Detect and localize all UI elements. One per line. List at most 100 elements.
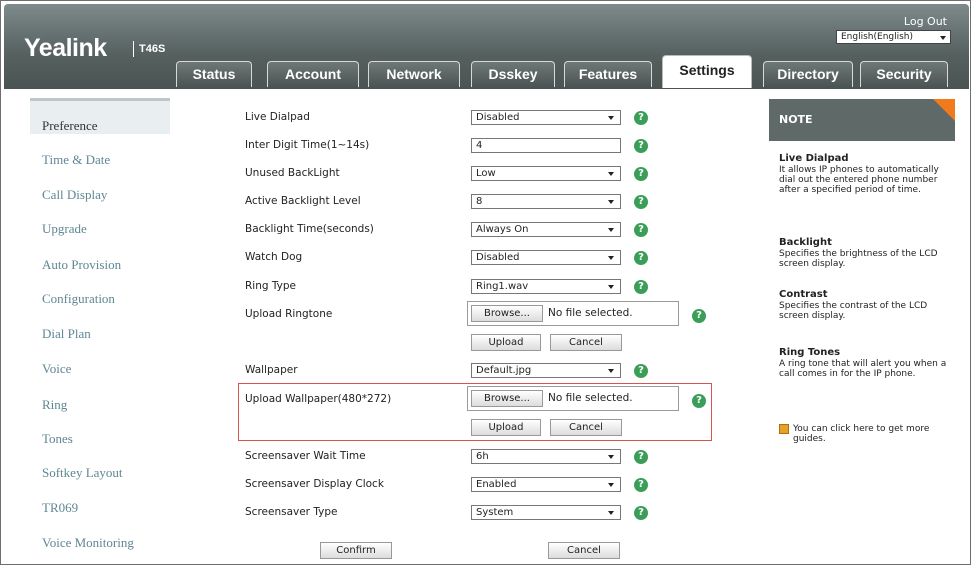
help-icon[interactable]: ? — [634, 139, 648, 153]
tab-features[interactable]: Features — [564, 61, 652, 87]
wallpaper-select[interactable]: Default.jpg — [471, 363, 621, 378]
note-backlight-title: Backlight — [779, 237, 832, 248]
note-panel: NOTE Live Dialpad It allows IP phones to… — [769, 99, 955, 561]
ringtone-upload-button[interactable]: Upload — [471, 334, 541, 351]
wallpaper-cancel-button[interactable]: Cancel — [550, 419, 622, 436]
ringtone-cancel-button[interactable]: Cancel — [550, 334, 622, 351]
chevron-down-icon — [940, 36, 946, 40]
tab-dsskey[interactable]: Dsskey — [471, 61, 555, 87]
sidebar-item-tr069[interactable]: TR069 — [42, 500, 78, 516]
note-header: NOTE — [769, 99, 955, 141]
help-icon[interactable]: ? — [634, 111, 648, 125]
ringtone-file-status: No file selected. — [548, 307, 633, 319]
ring-type-label: Ring Type — [245, 280, 296, 292]
backlight-time-label: Backlight Time(seconds) — [245, 223, 374, 235]
upload-wallpaper-label: Upload Wallpaper(480*272) — [245, 393, 392, 405]
unused-backlight-select[interactable]: Low — [471, 166, 621, 181]
help-icon[interactable]: ? — [634, 506, 648, 520]
help-icon[interactable]: ? — [692, 309, 706, 323]
guide-book-icon[interactable] — [779, 424, 789, 434]
help-icon[interactable]: ? — [634, 195, 648, 209]
sidebar-item-call-display[interactable]: Call Display — [42, 187, 107, 203]
model-label: T46S — [133, 41, 165, 57]
watch-dog-label: Watch Dog — [245, 251, 303, 263]
help-icon[interactable]: ? — [634, 450, 648, 464]
confirm-button[interactable]: Confirm — [320, 542, 392, 559]
wallpaper-file-status: No file selected. — [548, 392, 633, 404]
sidebar-item-time-date[interactable]: Time & Date — [42, 152, 110, 168]
ring-type-select[interactable]: Ring1.wav — [471, 279, 621, 294]
sidebar-item-preference[interactable]: Preference — [42, 118, 98, 134]
watch-dog-value: Disabled — [476, 252, 520, 263]
cancel-button[interactable]: Cancel — [548, 542, 620, 559]
tab-status[interactable]: Status — [176, 61, 252, 87]
note-backlight-text: Specifies the brightness of the LCD scre… — [779, 249, 938, 269]
sidebar-item-configuration[interactable]: Configuration — [42, 291, 115, 307]
wallpaper-label: Wallpaper — [245, 364, 298, 376]
wallpaper-value: Default.jpg — [476, 365, 532, 376]
sidebar: Preference Time & Date Call Display Upgr… — [30, 97, 170, 561]
live-dialpad-select[interactable]: Disabled — [471, 110, 621, 125]
screensaver-type-select[interactable]: System — [471, 505, 621, 520]
chevron-down-icon — [608, 172, 614, 176]
help-icon[interactable]: ? — [634, 478, 648, 492]
note-ringtones-title: Ring Tones — [779, 347, 841, 358]
watch-dog-select[interactable]: Disabled — [471, 250, 621, 265]
inter-digit-value: 4 — [476, 140, 483, 151]
tab-settings[interactable]: Settings — [662, 55, 752, 88]
guide-link[interactable]: You can click here to get more guides. — [793, 424, 953, 444]
sidebar-item-dial-plan[interactable]: Dial Plan — [42, 326, 91, 342]
help-icon[interactable]: ? — [634, 167, 648, 181]
chevron-down-icon — [608, 511, 614, 515]
active-backlight-value: 8 — [476, 196, 483, 207]
unused-backlight-value: Low — [476, 168, 496, 179]
tab-account[interactable]: Account — [267, 61, 359, 87]
language-value: English(English) — [841, 32, 914, 42]
tab-directory[interactable]: Directory — [763, 61, 853, 87]
screensaver-wait-select[interactable]: 6h — [471, 449, 621, 464]
help-icon[interactable]: ? — [634, 251, 648, 265]
chevron-down-icon — [608, 455, 614, 459]
sidebar-item-auto-provision[interactable]: Auto Provision — [42, 257, 121, 273]
upload-ringtone-label: Upload Ringtone — [245, 308, 333, 320]
screensaver-type-label: Screensaver Type — [245, 506, 338, 518]
note-contrast-title: Contrast — [779, 289, 828, 300]
sidebar-item-ring[interactable]: Ring — [42, 397, 67, 413]
logout-link[interactable]: Log Out — [904, 15, 947, 28]
help-icon[interactable]: ? — [634, 364, 648, 378]
active-backlight-label: Active Backlight Level — [245, 195, 361, 207]
sidebar-item-voice-monitoring[interactable]: Voice Monitoring — [42, 535, 134, 551]
chevron-down-icon — [608, 483, 614, 487]
note-ringtones-text: A ring tone that will alert you when a c… — [779, 359, 947, 379]
note-title: NOTE — [779, 113, 813, 126]
chevron-down-icon — [608, 116, 614, 120]
help-icon[interactable]: ? — [634, 223, 648, 237]
sidebar-item-upgrade[interactable]: Upgrade — [42, 221, 87, 237]
inter-digit-label: Inter Digit Time(1~14s) — [245, 139, 370, 151]
help-icon[interactable]: ? — [692, 394, 706, 408]
sidebar-item-softkey-layout[interactable]: Softkey Layout — [42, 465, 123, 481]
tab-network[interactable]: Network — [368, 61, 460, 87]
screensaver-type-value: System — [476, 507, 514, 518]
live-dialpad-label: Live Dialpad — [245, 111, 310, 123]
logo: Yealink — [24, 34, 107, 62]
inter-digit-input[interactable]: 4 — [471, 138, 621, 153]
active-backlight-select[interactable]: 8 — [471, 194, 621, 209]
screensaver-wait-label: Screensaver Wait Time — [245, 450, 366, 462]
corner-flag-icon — [933, 99, 955, 121]
sidebar-item-voice[interactable]: Voice — [42, 361, 71, 377]
screensaver-clock-select[interactable]: Enabled — [471, 477, 621, 492]
backlight-time-select[interactable]: Always On — [471, 222, 621, 237]
wallpaper-browse-button[interactable]: Browse... — [471, 390, 543, 407]
ring-type-value: Ring1.wav — [476, 281, 529, 292]
live-dialpad-value: Disabled — [476, 112, 520, 123]
wallpaper-upload-button[interactable]: Upload — [471, 419, 541, 436]
help-icon[interactable]: ? — [634, 280, 648, 294]
screensaver-clock-label: Screensaver Display Clock — [245, 478, 384, 490]
chevron-down-icon — [608, 369, 614, 373]
language-select[interactable]: English(English) — [836, 30, 951, 44]
sidebar-item-tones[interactable]: Tones — [42, 431, 73, 447]
tab-security[interactable]: Security — [860, 61, 948, 87]
chevron-down-icon — [608, 285, 614, 289]
ringtone-browse-button[interactable]: Browse... — [471, 305, 543, 322]
